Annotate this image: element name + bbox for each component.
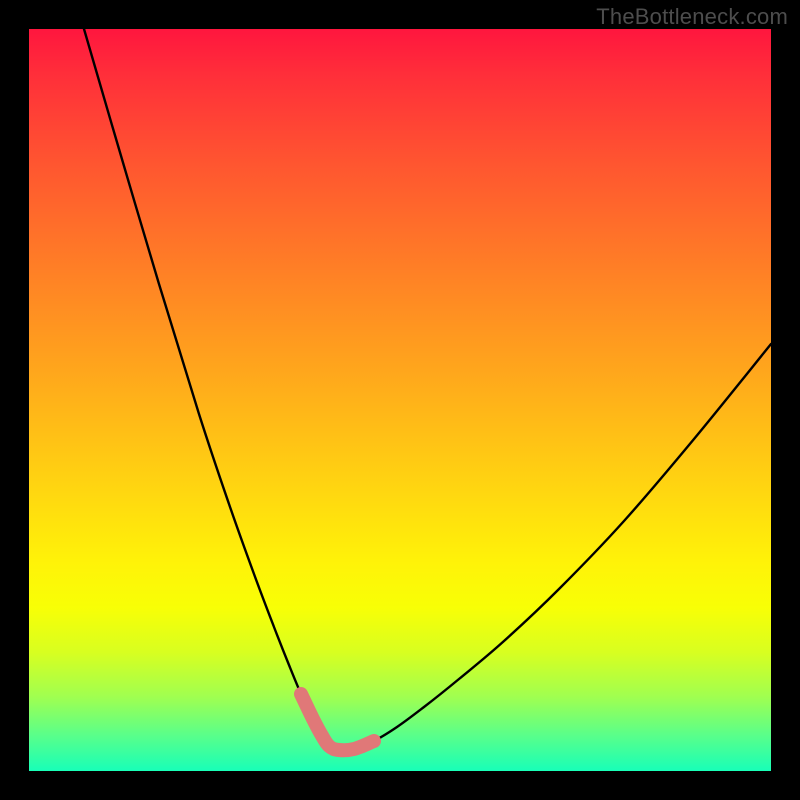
bottleneck-curve	[84, 29, 771, 750]
watermark-text: TheBottleneck.com	[596, 4, 788, 30]
chart-stage: TheBottleneck.com	[0, 0, 800, 800]
bottleneck-curve-svg	[29, 29, 771, 771]
plot-area	[29, 29, 771, 771]
bottleneck-curve-thick-segment	[301, 694, 374, 750]
